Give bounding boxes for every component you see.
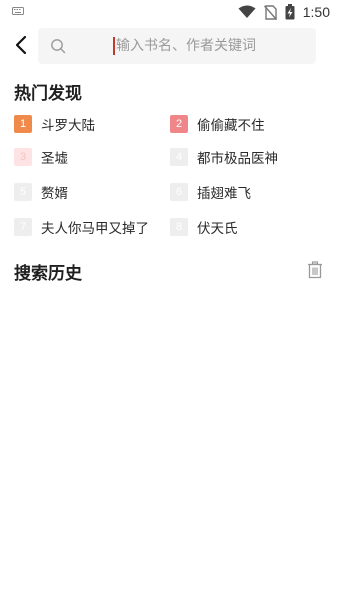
status-bar: 1:50 [0,0,338,24]
search-icon [51,39,66,54]
hot-item-4[interactable]: 4 都市极品医神 [170,146,278,168]
rank-badge: 4 [170,148,188,166]
hot-item-6[interactable]: 6 插翅难飞 [170,181,251,203]
hot-item-label: 斗罗大陆 [41,118,95,134]
hot-item-label: 圣墟 [41,151,68,167]
rank-badge: 7 [14,218,32,236]
hot-item-label: 都市极品医神 [197,151,278,167]
rank-badge: 8 [170,218,188,236]
hot-item-label: 夫人你马甲又掉了 [41,221,149,237]
hot-item-3[interactable]: 3 圣墟 [14,146,68,168]
search-input[interactable] [116,28,306,64]
hot-item-label: 赘婿 [41,186,68,202]
history-section-title: 搜索历史 [14,264,82,284]
hot-item-8[interactable]: 8 伏天氏 [170,216,238,238]
back-button[interactable] [8,32,34,58]
rank-badge: 5 [14,183,32,201]
hot-item-label: 伏天氏 [197,221,238,237]
no-sim-icon [263,4,277,20]
hot-item-label: 插翅难飞 [197,186,251,202]
status-time: 1:50 [302,4,330,20]
hot-item-2[interactable]: 2 偷偷藏不住 [170,113,265,135]
clear-history-button[interactable] [306,261,324,279]
search-box[interactable] [38,28,316,64]
chevron-left-icon [15,35,27,55]
keyboard-icon [12,7,24,15]
search-bar [0,26,338,66]
wifi-icon [238,5,256,18]
hot-item-label: 偷偷藏不住 [197,118,265,134]
battery-charging-icon [285,4,295,20]
rank-badge: 2 [170,115,188,133]
hot-item-7[interactable]: 7 夫人你马甲又掉了 [14,216,149,238]
hot-item-1[interactable]: 1 斗罗大陆 [14,113,95,135]
trash-icon [308,261,322,279]
rank-badge: 6 [170,183,188,201]
hot-item-5[interactable]: 5 赘婿 [14,181,68,203]
rank-badge: 1 [14,115,32,133]
rank-badge: 3 [14,148,32,166]
text-cursor [113,37,115,55]
hot-section-title: 热门发现 [14,84,82,104]
